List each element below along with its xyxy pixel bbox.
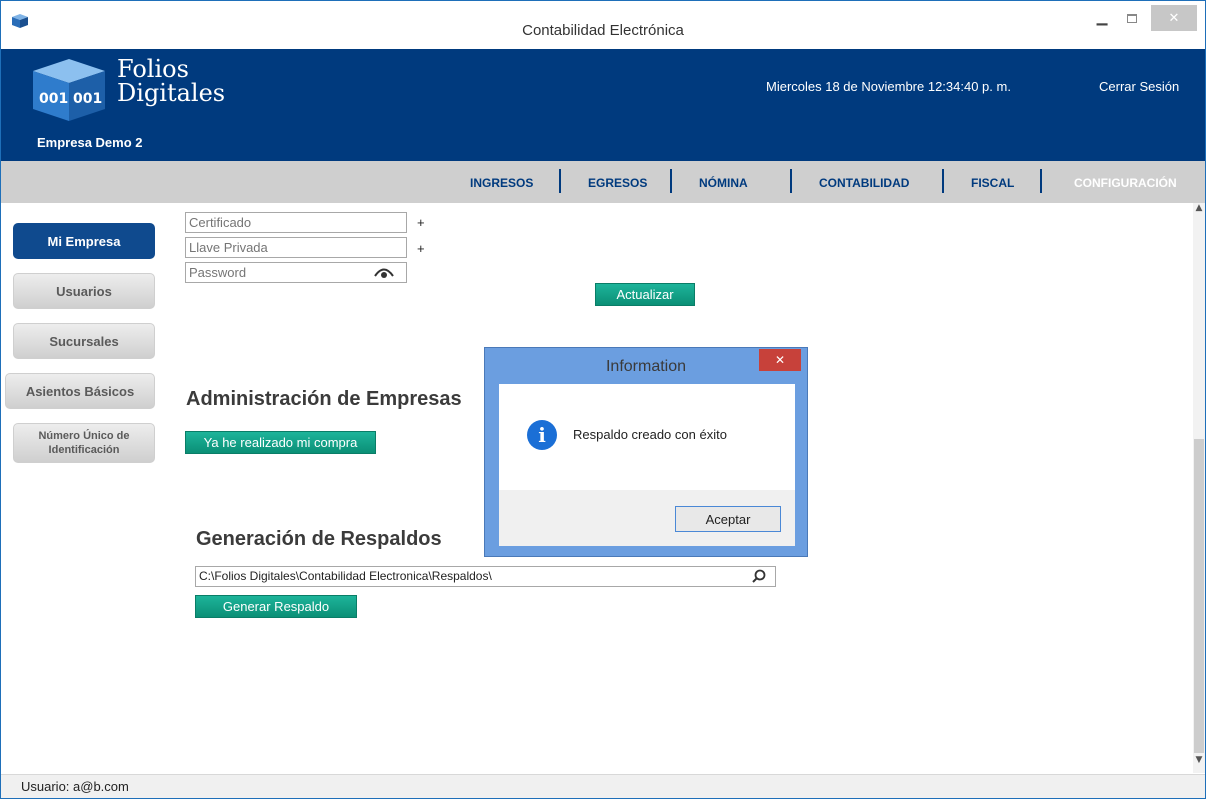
- minimize-button[interactable]: ▁: [1087, 5, 1117, 31]
- status-bar: Usuario: a@b.com: [1, 774, 1205, 798]
- close-icon: ✕: [774, 353, 786, 367]
- logo-text-digitales: Digitales: [117, 79, 226, 107]
- admin-section-title: Administración de Empresas: [186, 388, 462, 410]
- certificado-input[interactable]: [185, 212, 407, 233]
- actualizar-button[interactable]: Actualizar: [595, 283, 695, 306]
- browse-search-icon[interactable]: [751, 569, 767, 585]
- information-dialog: Information ✕ i Respaldo creado con éxit…: [484, 347, 808, 557]
- nav-ingresos[interactable]: INGRESOS: [470, 176, 533, 190]
- svg-text:001: 001: [39, 91, 68, 107]
- sidebar-item-sucursales[interactable]: Sucursales: [13, 323, 155, 359]
- close-window-button[interactable]: ✕: [1151, 5, 1197, 31]
- nav-separator: [942, 169, 944, 193]
- sidebar-item-asientos-basicos[interactable]: Asientos Básicos: [5, 373, 155, 409]
- sidebar-item-numero-unico[interactable]: Número Único de Identificación: [13, 423, 155, 463]
- add-llave-button[interactable]: +: [417, 241, 425, 256]
- dialog-body: i Respaldo creado con éxito: [499, 384, 795, 490]
- app-window: Contabilidad Electrónica ▁ ✕ 001 001 Fol…: [0, 0, 1206, 799]
- nav-separator: [790, 169, 792, 193]
- logo-cube-icon: 001 001: [33, 59, 105, 121]
- company-name: Empresa Demo 2: [37, 135, 143, 150]
- backup-path-field[interactable]: C:\Folios Digitales\Contabilidad Electro…: [195, 566, 776, 587]
- nav-separator: [670, 169, 672, 193]
- minimize-icon: ▁: [1096, 10, 1108, 26]
- svg-text:001: 001: [73, 91, 102, 107]
- nav-egresos[interactable]: EGRESOS: [588, 176, 647, 190]
- backup-section-title: Generación de Respaldos: [196, 528, 442, 550]
- close-icon: ✕: [1168, 10, 1180, 26]
- logout-link[interactable]: Cerrar Sesión: [1099, 79, 1179, 94]
- aceptar-button[interactable]: Aceptar: [675, 506, 781, 532]
- nav-fiscal[interactable]: FISCAL: [971, 176, 1014, 190]
- nav-contabilidad[interactable]: CONTABILIDAD: [819, 176, 909, 190]
- nav-separator: [1040, 169, 1042, 193]
- add-certificado-button[interactable]: +: [417, 215, 425, 230]
- status-user: Usuario: a@b.com: [21, 779, 129, 794]
- logo: 001 001 Folios Digitales: [25, 49, 225, 131]
- vertical-scrollbar[interactable]: ▲ ▼: [1193, 203, 1205, 773]
- maximize-icon: [1127, 13, 1137, 23]
- current-datetime: Miercoles 18 de Noviembre 12:34:40 p. m.: [766, 79, 1011, 94]
- nav-separator: [559, 169, 561, 193]
- maximize-button[interactable]: [1117, 5, 1147, 31]
- generar-respaldo-button[interactable]: Generar Respaldo: [195, 595, 357, 618]
- scroll-down-arrow-icon[interactable]: ▼: [1193, 755, 1205, 769]
- scroll-thumb[interactable]: [1194, 439, 1204, 753]
- dialog-footer: Aceptar: [499, 490, 795, 546]
- main-nav: INGRESOS EGRESOS NÓMINA CONTABILIDAD FIS…: [1, 161, 1205, 203]
- nav-nomina[interactable]: NÓMINA: [699, 176, 748, 190]
- window-title: Contabilidad Electrónica: [522, 22, 684, 39]
- nav-configuracion[interactable]: CONFIGURACIÓN: [1074, 176, 1177, 190]
- dialog-close-button[interactable]: ✕: [759, 349, 801, 371]
- dialog-message: Respaldo creado con éxito: [573, 427, 727, 442]
- scroll-up-arrow-icon[interactable]: ▲: [1193, 203, 1205, 217]
- purchase-done-button[interactable]: Ya he realizado mi compra: [185, 431, 376, 454]
- sidebar-item-mi-empresa[interactable]: Mi Empresa: [13, 223, 155, 259]
- llave-privada-input[interactable]: [185, 237, 407, 258]
- app-header: 001 001 Folios Digitales Empresa Demo 2 …: [1, 49, 1205, 161]
- title-bar: Contabilidad Electrónica ▁ ✕: [1, 1, 1205, 49]
- sidebar-item-usuarios[interactable]: Usuarios: [13, 273, 155, 309]
- info-icon: i: [527, 420, 557, 450]
- show-password-eye-icon[interactable]: [373, 265, 395, 279]
